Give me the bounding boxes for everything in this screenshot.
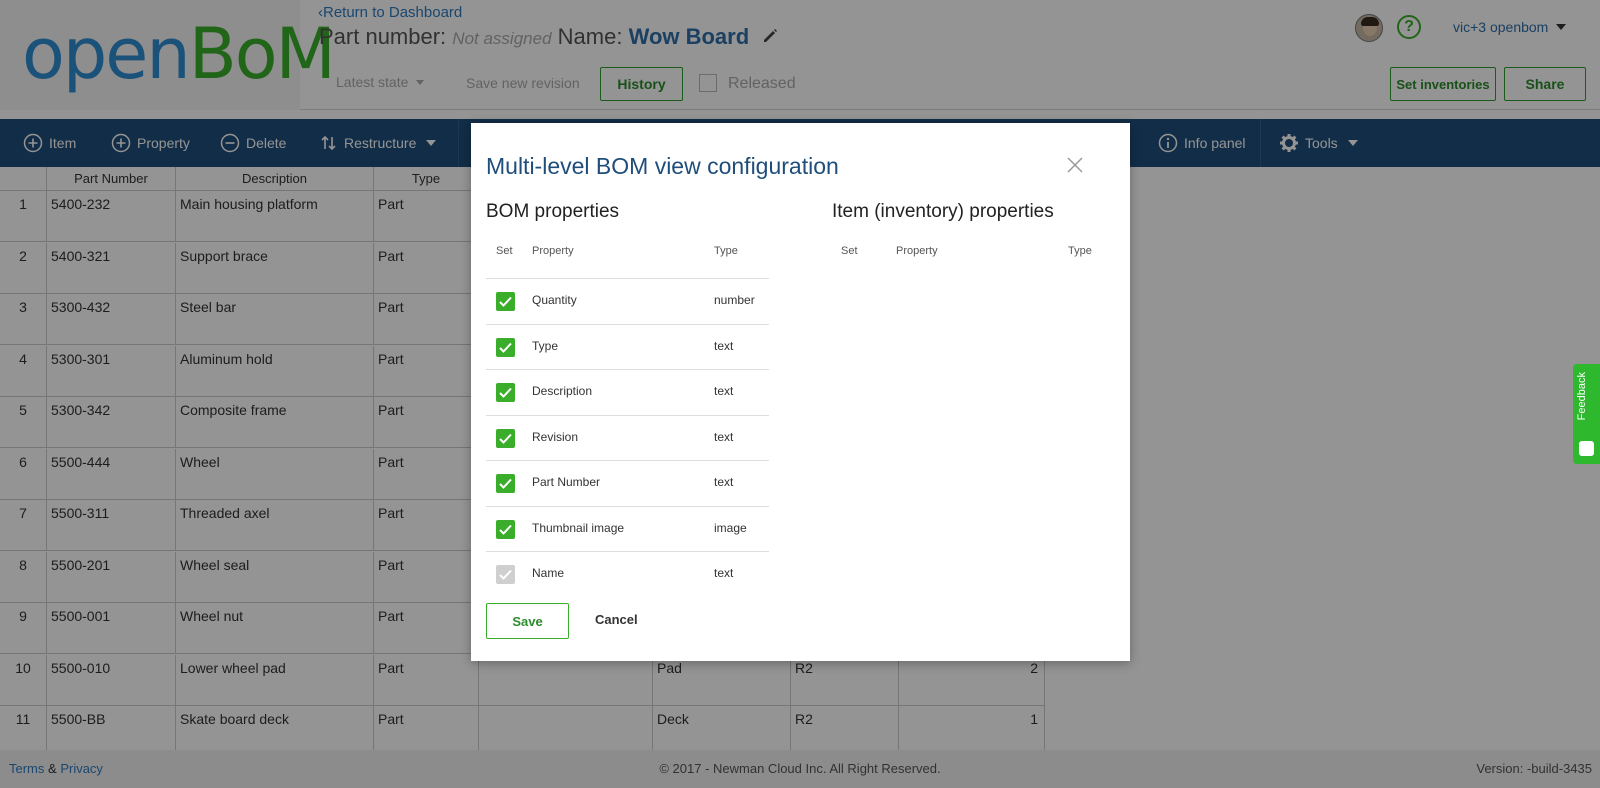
property-type: text: [714, 566, 734, 580]
col-set-header: Set: [841, 245, 858, 257]
property-type: image: [714, 520, 747, 535]
property-type: number: [714, 293, 755, 307]
dialog-title: Multi-level BOM view configuration: [486, 153, 839, 179]
check-icon: [499, 569, 512, 580]
check-icon: [499, 524, 512, 535]
property-name: Type: [532, 338, 559, 353]
check-icon: [499, 296, 512, 307]
check-icon: [499, 478, 512, 489]
bom-view-config-dialog: Multi-level BOM view configuration BOM p…: [471, 123, 1130, 661]
property-type: text: [714, 475, 734, 489]
item-properties-title: Item (inventory) properties: [832, 201, 1054, 222]
divider: [486, 551, 769, 552]
property-type: text: [714, 384, 734, 398]
property-row: Name text: [486, 551, 769, 596]
feedback-icon: [1579, 441, 1594, 456]
property-name: Revision: [532, 429, 579, 444]
close-icon[interactable]: [1065, 155, 1085, 175]
property-row: Quantity number: [486, 278, 769, 323]
property-name: Name: [532, 566, 565, 580]
property-name: Part Number: [532, 475, 601, 489]
property-name: Description: [532, 384, 593, 398]
cancel-button[interactable]: Cancel: [595, 612, 638, 627]
property-checkbox[interactable]: [496, 428, 515, 448]
property-row: Thumbnail image image: [486, 505, 769, 551]
property-row: Description text: [486, 369, 769, 414]
property-checkbox[interactable]: [496, 519, 515, 539]
property-type: text: [714, 338, 734, 353]
col-property-header: Property: [532, 245, 574, 257]
property-row: Revision text: [486, 414, 769, 460]
col-set-header: Set: [496, 245, 513, 257]
property-name: Quantity: [532, 293, 577, 307]
col-type-header: Type: [1068, 245, 1092, 257]
feedback-label: Feedback: [1576, 372, 1588, 421]
property-checkbox[interactable]: [496, 474, 515, 493]
save-button[interactable]: Save: [486, 603, 569, 639]
check-icon: [499, 433, 512, 444]
bom-properties-title: BOM properties: [486, 201, 620, 222]
property-type: text: [714, 429, 734, 444]
property-checkbox[interactable]: [496, 337, 515, 357]
property-row: Type text: [486, 323, 769, 369]
col-property-header: Property: [896, 245, 938, 257]
property-checkbox[interactable]: [496, 383, 515, 402]
check-icon: [499, 387, 512, 398]
property-checkbox[interactable]: [496, 292, 515, 311]
property-row: Part Number text: [486, 460, 769, 505]
property-checkbox[interactable]: [496, 565, 515, 584]
property-name: Thumbnail image: [532, 520, 625, 535]
col-type-header: Type: [714, 245, 738, 257]
feedback-tab[interactable]: Feedback: [1573, 364, 1600, 464]
check-icon: [499, 342, 512, 353]
